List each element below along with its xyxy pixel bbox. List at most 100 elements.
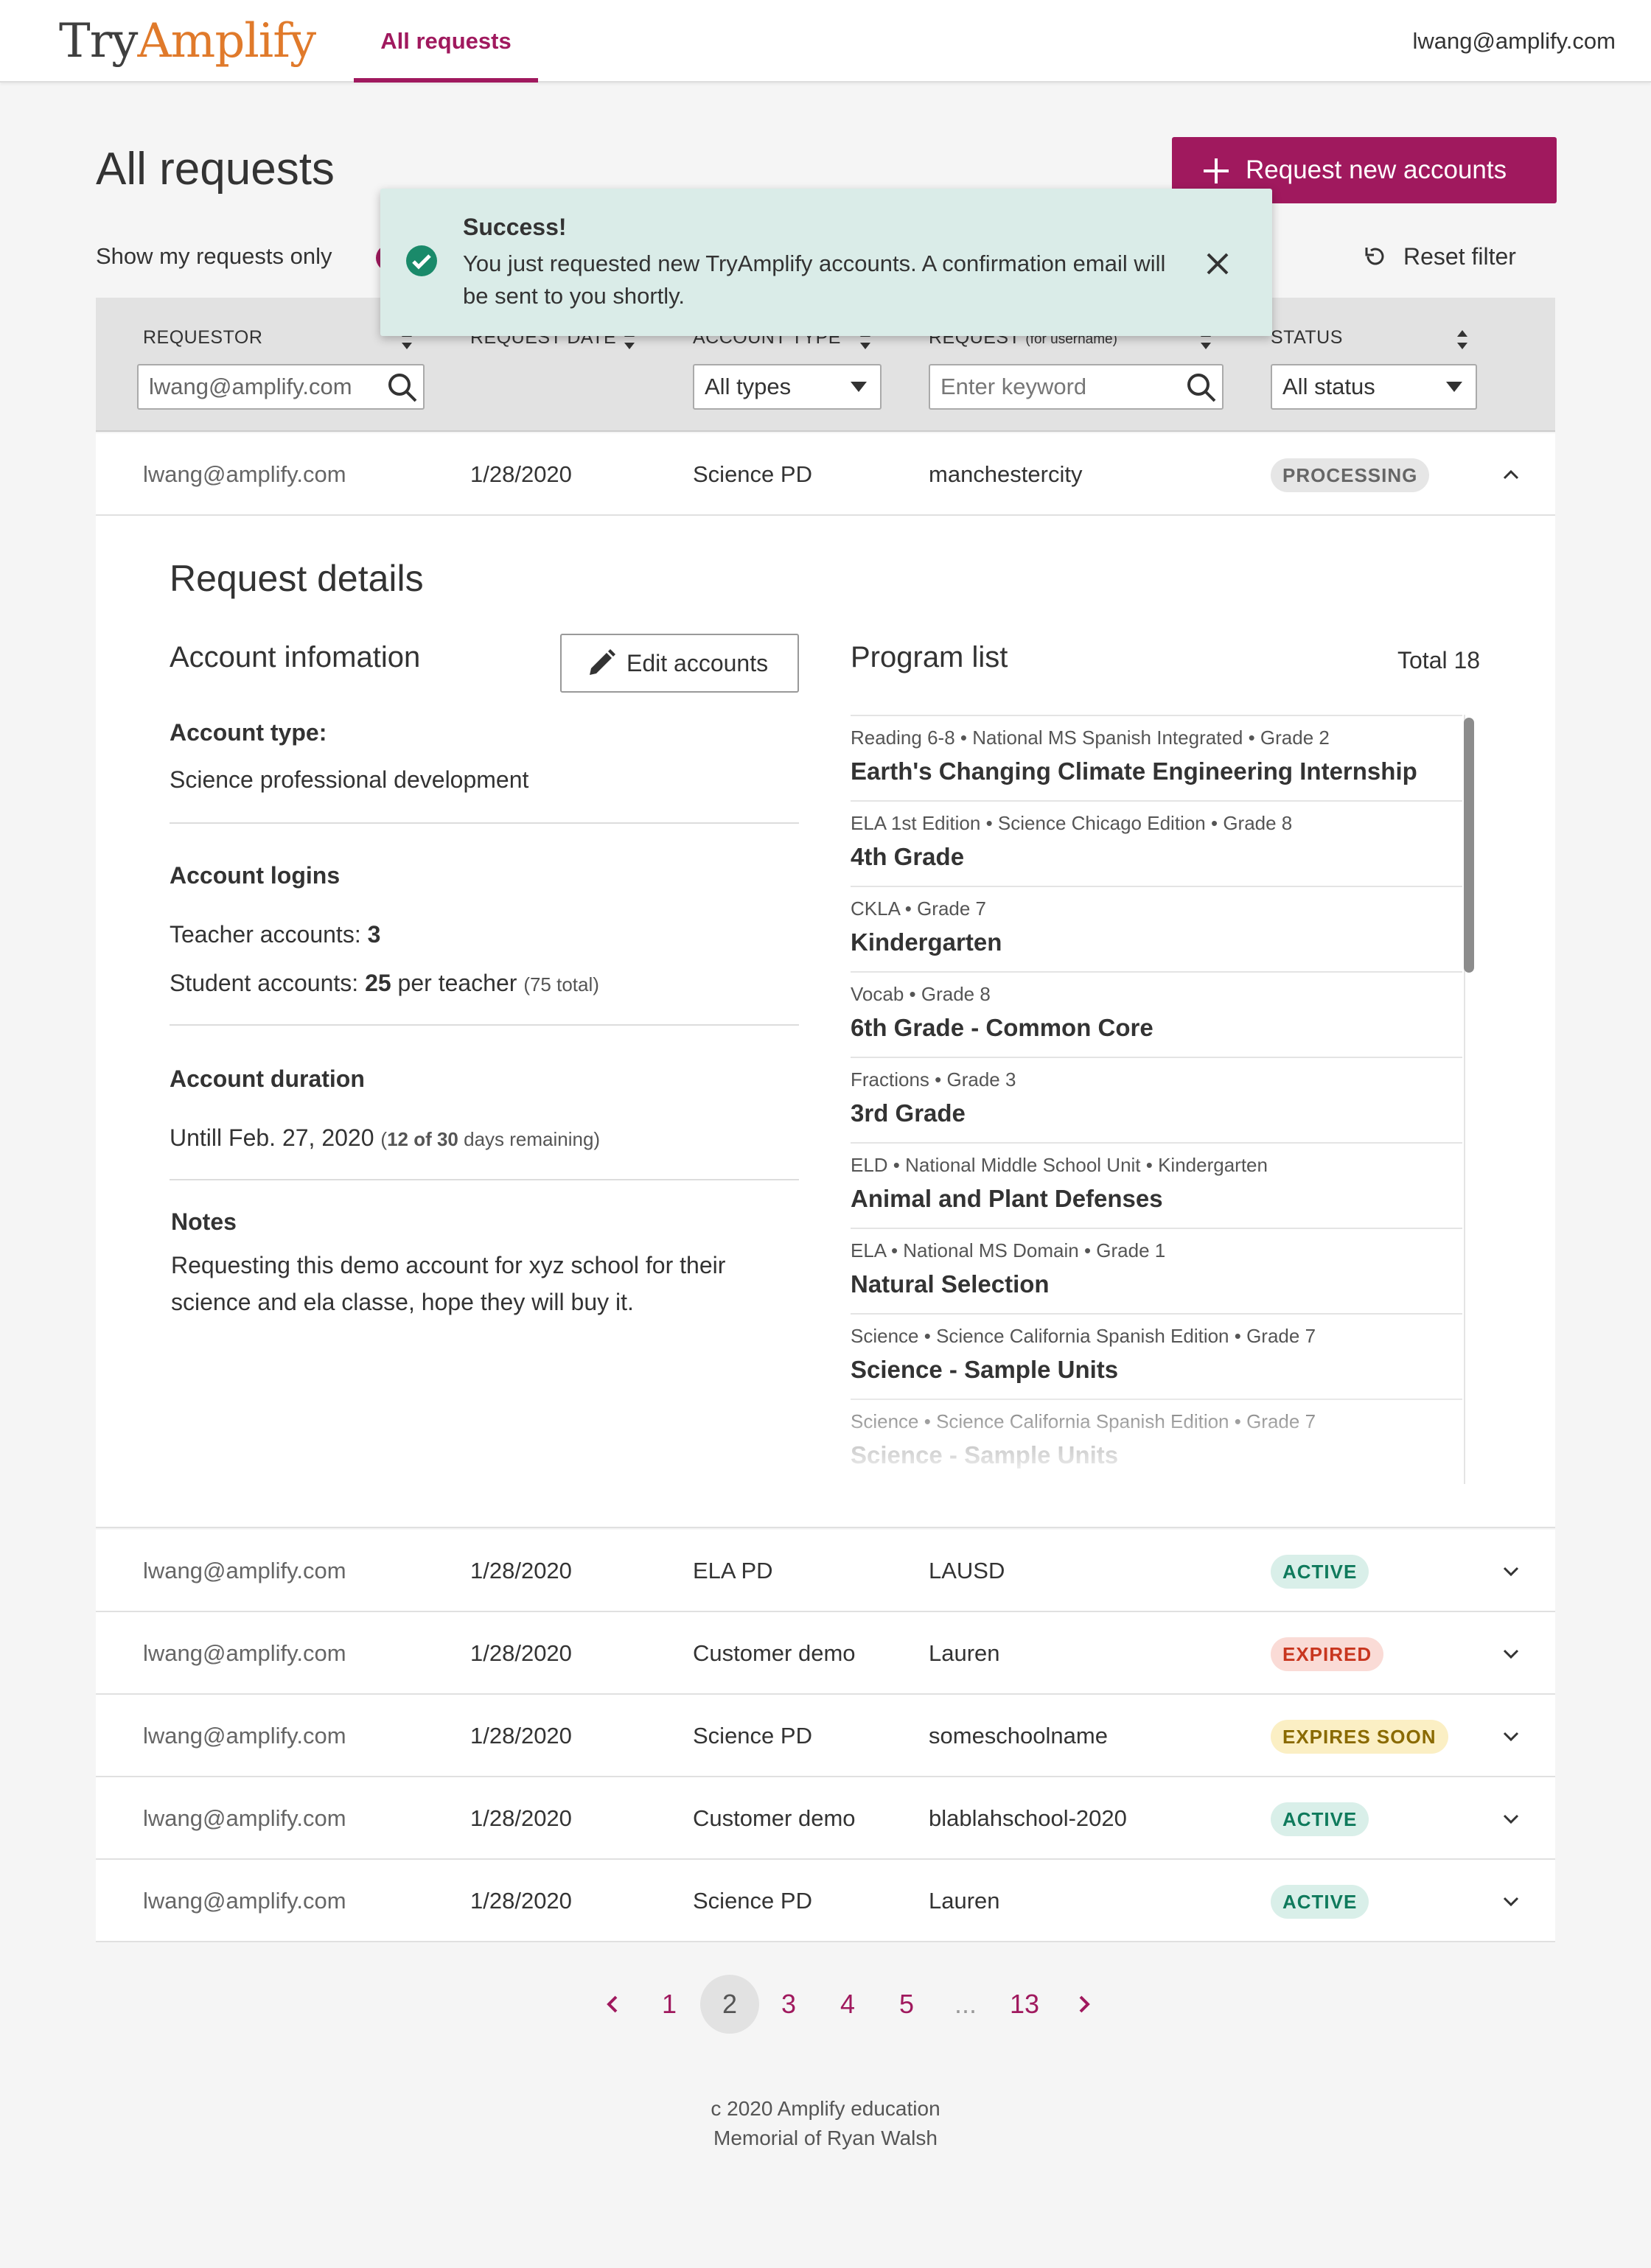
row-requestor: lwang@amplify.com <box>143 1888 346 1914</box>
status-select[interactable]: All status <box>1271 364 1477 410</box>
page-title: All requests <box>96 144 335 195</box>
program-meta: Reading 6-8 • National MS Spanish Integr… <box>851 727 1330 749</box>
program-meta-item: Kindergarten <box>1158 1154 1268 1176</box>
search-icon[interactable] <box>1185 371 1218 404</box>
table-row[interactable]: lwang@amplify.com 1/28/2020 Science PD m… <box>96 433 1555 516</box>
refresh-icon <box>1362 243 1389 270</box>
page-button-13[interactable]: 13 <box>995 1975 1054 2034</box>
account-duration-value: Untill Feb. 27, 2020 <box>170 1124 374 1151</box>
plus-icon <box>1201 156 1231 186</box>
program-meta-item: Grade 7 <box>917 897 987 920</box>
page-button-1[interactable]: 1 <box>640 1975 699 2034</box>
previous-page-button[interactable] <box>584 1975 643 2034</box>
program-meta-item: National MS Domain <box>903 1239 1079 1261</box>
edit-accounts-button[interactable]: Edit accounts <box>560 634 799 693</box>
program-meta-item: Grade 8 <box>1223 812 1293 834</box>
program-meta-item: Grade 3 <box>946 1068 1016 1091</box>
check-circle-icon <box>405 245 438 277</box>
page-button-2[interactable]: 2 <box>700 1975 759 2034</box>
days-remaining-label: days remaining) <box>458 1128 601 1150</box>
program-meta-item: Science California Spanish Edition <box>936 1325 1229 1347</box>
student-accounts-suffix: per teacher <box>391 970 517 996</box>
row-request-name: manchestercity <box>929 461 1083 487</box>
program-meta-item: ELD <box>851 1154 888 1176</box>
student-accounts-label: Student accounts: <box>170 970 366 996</box>
chevron-left-icon <box>607 1995 618 2013</box>
column-header-status[interactable]: STATUS <box>1271 327 1343 349</box>
success-toast: Success! You just requested new TryAmpli… <box>380 189 1272 336</box>
row-date: 1/28/2020 <box>470 1888 572 1914</box>
chevron-down-icon[interactable] <box>1502 1892 1520 1910</box>
status-select-value: All status <box>1282 374 1375 399</box>
search-icon[interactable] <box>386 371 419 404</box>
program-meta: ELA • National MS Domain • Grade 1 <box>851 1239 1165 1262</box>
divider <box>170 1179 799 1180</box>
keyword-search-input[interactable]: Enter keyword <box>929 364 1224 410</box>
chevron-down-icon[interactable] <box>1502 1645 1520 1662</box>
page-button-4[interactable]: 4 <box>818 1975 877 2034</box>
nav-tab-all-requests[interactable]: All requests <box>354 0 538 83</box>
account-type-select[interactable]: All types <box>693 364 882 410</box>
bullet-separator: • <box>954 727 973 749</box>
row-request-name: Lauren <box>929 1640 1000 1666</box>
account-information-heading: Account infomation <box>170 641 421 673</box>
student-accounts: Student accounts: 25 per teacher (75 tot… <box>170 970 599 997</box>
chevron-up-icon[interactable] <box>1502 466 1520 483</box>
row-date: 1/28/2020 <box>470 1723 572 1749</box>
request-new-accounts-label: Request new accounts <box>1246 155 1507 184</box>
row-requestor: lwang@amplify.com <box>143 1805 346 1831</box>
status-badge: PROCESSING <box>1271 458 1430 492</box>
table-row[interactable]: lwang@amplify.com 1/28/2020 Customer dem… <box>96 1777 1555 1860</box>
row-account-type: ELA PD <box>693 1558 773 1583</box>
table-row[interactable]: lwang@amplify.com 1/28/2020 Customer dem… <box>96 1612 1555 1695</box>
request-details-title: Request details <box>170 558 424 599</box>
next-page-button[interactable] <box>1054 1975 1113 2034</box>
page-button-3[interactable]: 3 <box>759 1975 818 2034</box>
row-account-type: Science PD <box>693 1723 812 1749</box>
table-row[interactable]: lwang@amplify.com 1/28/2020 ELA PD LAUSD… <box>96 1530 1555 1612</box>
table-row[interactable]: lwang@amplify.com 1/28/2020 Science PD s… <box>96 1695 1555 1777</box>
divider <box>170 1024 799 1026</box>
notes-text: Requesting this demo account for xyz sch… <box>171 1252 726 1315</box>
program-meta-item: Grade 8 <box>921 983 991 1005</box>
row-date: 1/28/2020 <box>470 1805 572 1831</box>
table-row[interactable]: lwang@amplify.com 1/28/2020 Science PD L… <box>96 1860 1555 1942</box>
chevron-down-icon[interactable] <box>1502 1810 1520 1827</box>
program-list[interactable]: Reading 6-8 • National MS Spanish Integr… <box>851 715 1483 1484</box>
tryamplify-logo[interactable]: TryAmplify <box>59 12 316 71</box>
program-list-item: ELD • National Middle School Unit • Kind… <box>851 1142 1462 1228</box>
teacher-accounts: Teacher accounts: 3 <box>170 921 380 948</box>
keyword-placeholder: Enter keyword <box>940 374 1087 399</box>
footer-memorial: Memorial of Ryan Walsh <box>713 2127 938 2149</box>
user-menu[interactable]: lwang@amplify.com <box>1412 0 1616 83</box>
teacher-accounts-label: Teacher accounts: <box>170 921 368 948</box>
teacher-accounts-count: 3 <box>367 921 381 948</box>
column-header-requestor[interactable]: REQUESTOR <box>143 327 262 349</box>
account-type-select-value: All types <box>705 374 792 399</box>
program-name: Earth's Changing Climate Engineering Int… <box>851 757 1417 785</box>
caret-down-icon <box>851 382 867 392</box>
bullet-separator: • <box>918 1325 937 1347</box>
program-name: Kindergarten <box>851 928 1002 956</box>
program-list-item: ELA • National MS Domain • Grade 1 Natura… <box>851 1228 1462 1313</box>
sort-icon[interactable] <box>1455 329 1470 351</box>
bullet-separator: • <box>887 1154 906 1176</box>
logo-text-try: Try <box>59 14 138 69</box>
requestor-filter-input[interactable]: lwang@amplify.com <box>137 364 425 410</box>
close-icon[interactable] <box>1204 251 1231 277</box>
reset-filter-button[interactable]: Reset filter <box>1362 239 1516 274</box>
chevron-down-icon[interactable] <box>1502 1562 1520 1580</box>
bullet-separator: • <box>1205 812 1224 834</box>
program-meta-item: Grade 2 <box>1260 727 1330 749</box>
page-button-5[interactable]: 5 <box>877 1975 936 2034</box>
request-details-panel: Request details Account infomation Edit … <box>96 516 1555 1528</box>
row-account-type: Customer demo <box>693 1805 856 1831</box>
show-my-requests-label: Show my requests only <box>96 243 332 269</box>
row-request-name: blablahschool-2020 <box>929 1805 1127 1831</box>
program-meta: Fractions • Grade 3 <box>851 1068 1016 1091</box>
scrollbar-thumb[interactable] <box>1464 718 1474 973</box>
bullet-separator: • <box>929 1068 947 1091</box>
chevron-down-icon[interactable] <box>1502 1727 1520 1745</box>
row-request-name: LAUSD <box>929 1558 1005 1583</box>
program-list-item: Reading 6-8 • National MS Spanish Integr… <box>851 715 1462 800</box>
